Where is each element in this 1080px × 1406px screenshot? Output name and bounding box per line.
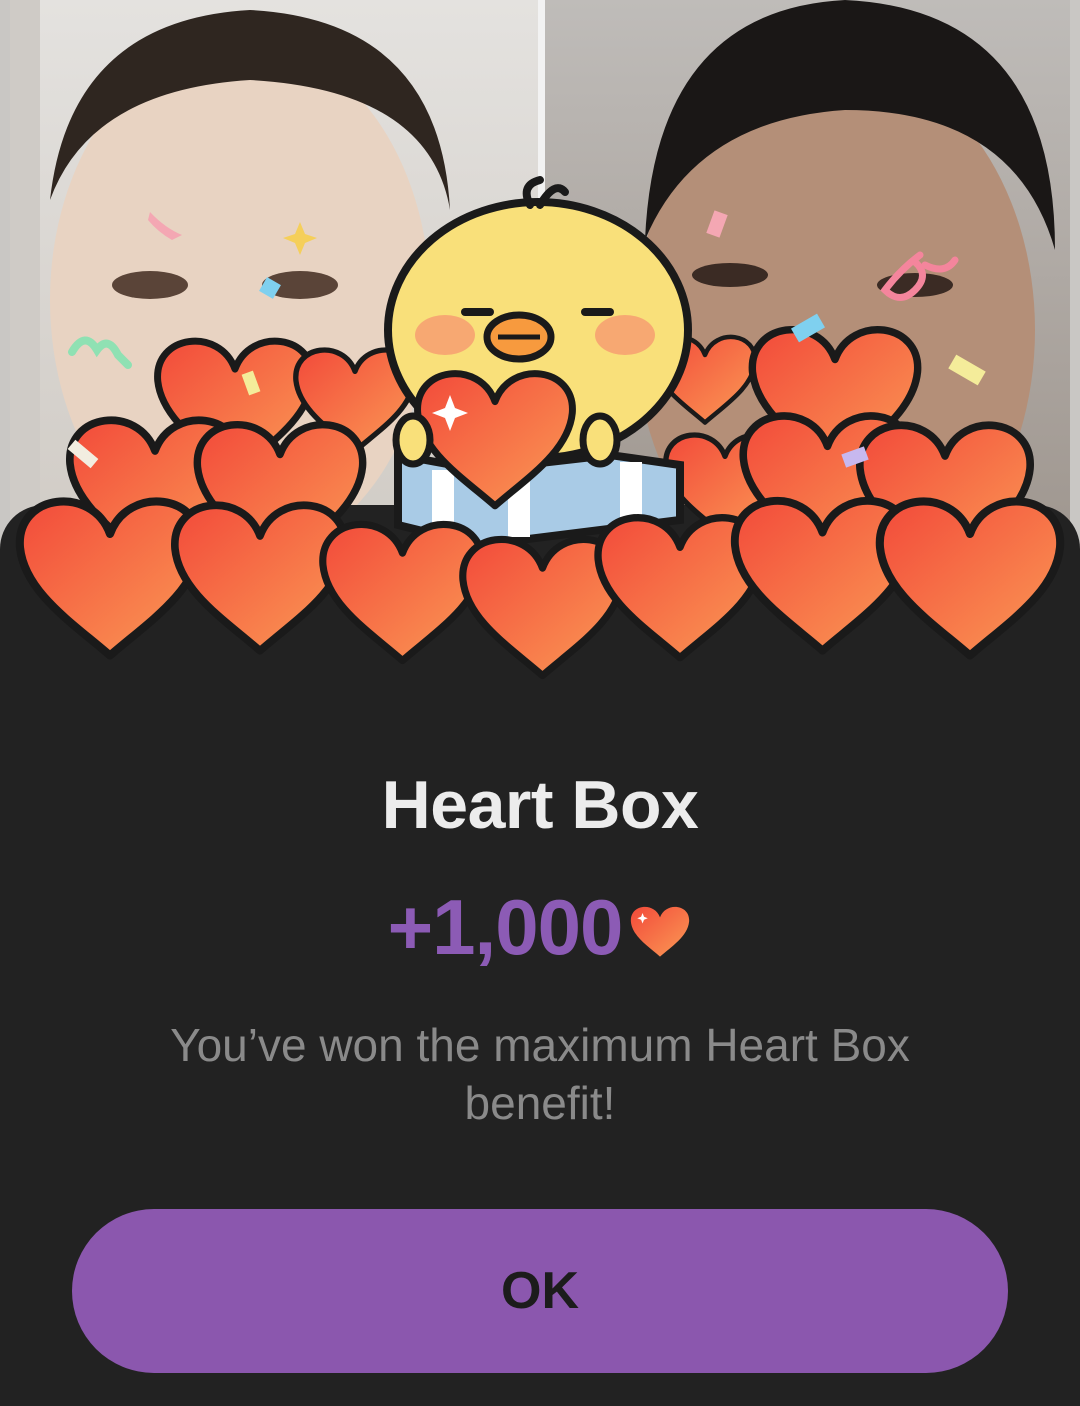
heart-icon [631, 906, 690, 957]
heart-box-illustration [0, 176, 1080, 690]
dialog-title: Heart Box [381, 767, 699, 843]
reward-row: +1,000 [0, 882, 1080, 973]
chick-mascot-icon [384, 176, 692, 550]
ok-button[interactable]: OK [72, 1209, 1008, 1373]
dialog-message: You’ve won the maximum Heart Box benefit… [170, 1019, 910, 1129]
heart-box-screen: Heart Box +1,000 You’ve won the maximum … [0, 0, 1080, 1406]
reward-amount: +1,000 [387, 883, 624, 971]
ok-button-label: OK [501, 1262, 579, 1320]
